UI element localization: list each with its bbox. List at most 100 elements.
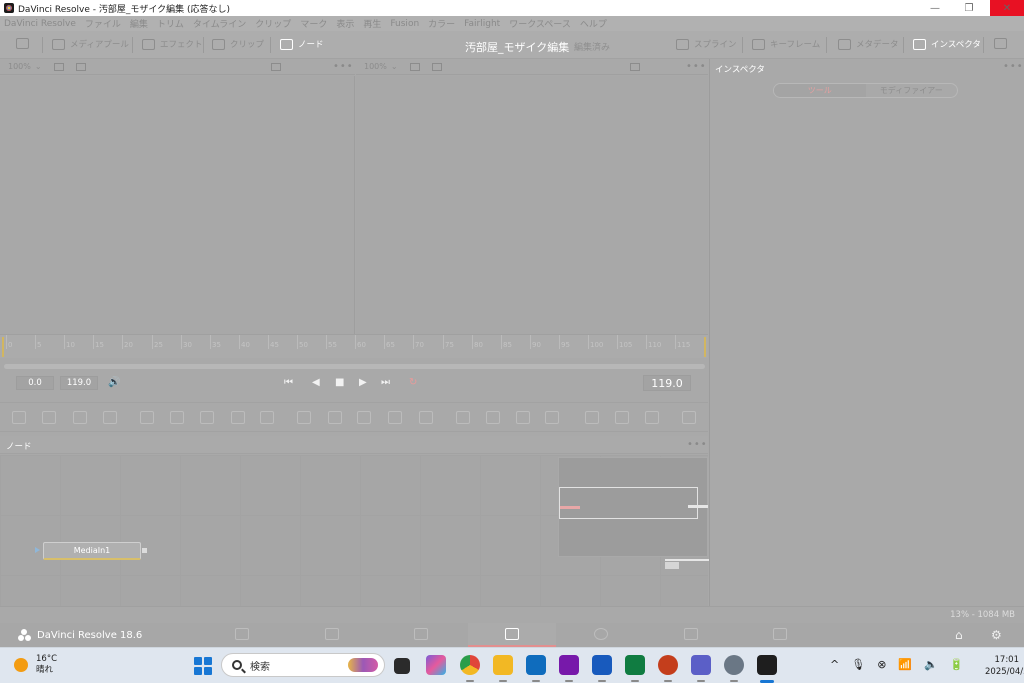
go-to-start-button[interactable]: ⏮ (284, 377, 293, 388)
page-deliver-icon[interactable] (773, 628, 787, 640)
bspline-mask-icon[interactable] (545, 411, 559, 424)
nodes-button[interactable]: ノード (280, 38, 324, 50)
menu-item-timeline[interactable]: タイムライン (193, 17, 246, 30)
node-input-arrow-icon[interactable] (35, 547, 40, 553)
tab-tools[interactable]: ツール (774, 84, 866, 97)
menu-item-davinci[interactable]: DaVinci Resolve (4, 19, 76, 29)
blur-tool-icon[interactable] (170, 411, 184, 424)
more-options-icon[interactable]: ••• (333, 61, 354, 72)
particle-force-icon[interactable] (645, 411, 659, 424)
volume-icon[interactable]: 🔊 (108, 377, 120, 388)
keyframes-button[interactable]: キーフレーム (752, 38, 820, 50)
go-to-end-button[interactable]: ⏭ (381, 377, 390, 388)
node-navigator[interactable] (558, 457, 709, 569)
tab-modifiers[interactable]: モディファイアー (866, 84, 958, 97)
node-mediain[interactable]: MediaIn1 (43, 542, 141, 560)
resize-tool-icon[interactable] (357, 411, 371, 424)
play-reverse-button[interactable]: ◀ (312, 377, 320, 388)
page-fairlight-icon[interactable] (684, 628, 698, 640)
menu-item-clip[interactable]: クリップ (255, 17, 291, 30)
viewer-options-icon[interactable] (75, 62, 86, 71)
viewer-fit-icon[interactable] (53, 62, 64, 71)
menu-item-help[interactable]: ヘルプ (580, 17, 607, 30)
page-edit-icon[interactable] (414, 628, 428, 640)
particles-tool-icon[interactable] (140, 411, 154, 424)
viewer-options-icon[interactable] (431, 62, 442, 71)
menu-item-mark[interactable]: マーク (300, 17, 327, 30)
page-color-icon[interactable] (594, 628, 608, 640)
loop-icon[interactable]: ↻ (409, 377, 417, 388)
color-corrector-icon[interactable] (200, 411, 214, 424)
ellipse-mask-icon[interactable] (486, 411, 500, 424)
paint-tool-icon[interactable] (42, 411, 56, 424)
more-options-icon[interactable]: ••• (1003, 61, 1024, 72)
menu-item-fusion[interactable]: Fusion (390, 19, 419, 29)
viewer-layout-icon[interactable] (270, 62, 281, 71)
menu-item-view[interactable]: 表示 (336, 17, 354, 30)
timeline-scrubber[interactable] (4, 364, 705, 369)
microphone-icon[interactable]: 🎙 (851, 658, 865, 671)
tray-overflow-chevron-icon[interactable]: ^ (830, 658, 839, 671)
menu-item-playback[interactable]: 再生 (363, 17, 381, 30)
navigator-viewport[interactable] (559, 487, 698, 519)
panel-toggle-button[interactable] (16, 38, 34, 49)
clips-button[interactable]: クリップ (212, 38, 264, 50)
viewer-layout-icon[interactable] (629, 62, 640, 71)
outlook-icon[interactable] (526, 655, 546, 682)
render-range-start-handle[interactable] (2, 337, 4, 357)
menu-item-workspace[interactable]: ワークスペース (509, 17, 571, 30)
battery-icon[interactable]: 🔋 (950, 658, 964, 671)
page-media-icon[interactable] (235, 628, 249, 640)
brightness-tool-icon[interactable] (231, 411, 245, 424)
maximize-button[interactable]: ❐ (952, 0, 986, 16)
weather-widget[interactable]: 16°C 晴れ (14, 654, 57, 676)
settings-app-icon[interactable] (724, 655, 744, 682)
more-options-icon[interactable]: ••• (687, 439, 708, 450)
settings-gear-icon[interactable]: ⚙ (991, 628, 1002, 642)
left-zoom-select[interactable]: 100% (8, 62, 31, 71)
start-button[interactable] (194, 657, 212, 675)
davinci-resolve-taskbar-icon[interactable] (757, 655, 777, 683)
right-viewer[interactable] (356, 76, 708, 334)
menu-item-color[interactable]: カラー (428, 17, 455, 30)
teams-icon[interactable] (691, 655, 711, 682)
media-pool-button[interactable]: メディアプール (52, 38, 129, 50)
metadata-button[interactable]: メタデータ (838, 38, 899, 50)
current-timecode[interactable]: 119.0 (643, 375, 691, 391)
wifi-icon[interactable]: 📶 (898, 658, 912, 671)
rectangle-mask-icon[interactable] (456, 411, 470, 424)
menu-item-edit[interactable]: 編集 (130, 17, 148, 30)
saver-tool-icon[interactable] (419, 411, 433, 424)
time-ruler[interactable]: 0 5 10 15 20 25 30 35 40 45 50 55 60 65 70 75 80 85 90 95 10… (0, 334, 708, 358)
close-button[interactable]: ✕ (990, 0, 1024, 16)
copilot-icon[interactable] (426, 655, 446, 675)
right-zoom-select[interactable]: 100% (364, 62, 387, 71)
polygon-mask-icon[interactable] (516, 411, 530, 424)
play-forward-button[interactable]: ▶ (359, 377, 367, 388)
page-fusion-icon[interactable] (505, 628, 519, 640)
stop-button[interactable]: ■ (335, 377, 344, 388)
node-editor-canvas[interactable]: MediaIn1 (0, 455, 709, 606)
3d-shape-icon[interactable] (682, 411, 696, 424)
powerpoint-icon[interactable] (658, 655, 678, 682)
minimize-button[interactable]: — (918, 0, 952, 16)
file-explorer-icon[interactable] (493, 655, 513, 682)
node-output-port[interactable] (142, 548, 147, 553)
particle-emitter-icon[interactable] (585, 411, 599, 424)
word-icon[interactable] (592, 655, 612, 682)
navigator-resize-handle[interactable] (665, 562, 679, 569)
onenote-icon[interactable] (559, 655, 579, 682)
background-tool-icon[interactable] (12, 411, 26, 424)
taskbar-search[interactable]: 検索 (221, 653, 385, 677)
left-viewer[interactable] (0, 76, 355, 334)
speaker-icon[interactable]: 🔈 (924, 658, 938, 671)
menu-item-fairlight[interactable]: Fairlight (464, 19, 500, 29)
brush-tool-icon[interactable] (103, 411, 117, 424)
text-tool-icon[interactable] (73, 411, 87, 424)
more-options-icon[interactable]: ••• (686, 61, 707, 72)
chrome-icon[interactable] (460, 655, 480, 682)
matte-tool-icon[interactable] (388, 411, 402, 424)
app-x-icon[interactable]: ⊗ (877, 658, 886, 671)
inspector-button[interactable]: インスペクタ (913, 38, 981, 50)
render-range-end-handle[interactable] (704, 337, 706, 357)
